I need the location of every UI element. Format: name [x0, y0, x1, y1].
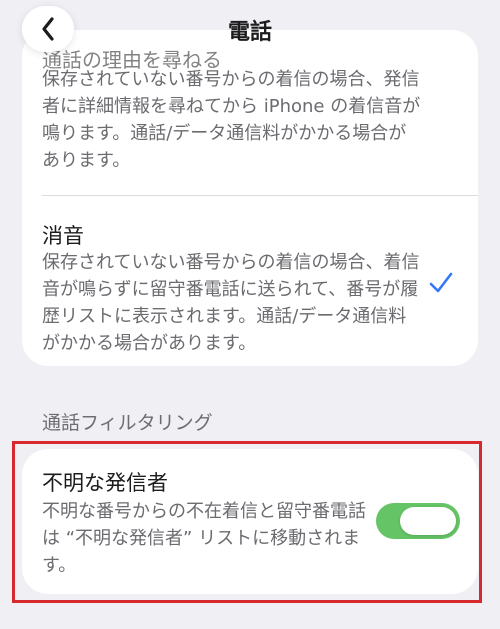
divider: [42, 195, 478, 196]
navigation-header: 電話: [0, 0, 500, 58]
call-filtering-section-header: 通話フィルタリング: [42, 412, 213, 434]
call-filtering-card: 不明な発信者 不明な番号からの不在着信と留守番電話は “不明な発信者” リストに…: [22, 449, 478, 594]
unknown-callers-toggle[interactable]: [376, 503, 460, 539]
silence-description: 保存されていない番号からの着信の場合、着信音が鳴らずに留守番電話に送られて、番号…: [42, 252, 420, 354]
toggle-knob: [400, 507, 456, 535]
unknown-callers-options-card: 通話の理由を尋ねる 保存されていない番号からの着信の場合、発信者に詳細情報を尋ね…: [22, 30, 478, 366]
silence-title: 消音: [42, 224, 84, 248]
ask-reason-description: 保存されていない番号からの着信の場合、発信者に詳細情報を尋ねてから iPhone…: [42, 69, 421, 171]
page-title: 電話: [227, 20, 272, 45]
checkmark-icon: [429, 272, 453, 293]
unknown-callers-description: 不明な番号からの不在着信と留守番電話は “不明な発信者” リストに移動されます。: [42, 501, 366, 576]
unknown-callers-title: 不明な発信者: [42, 471, 168, 495]
